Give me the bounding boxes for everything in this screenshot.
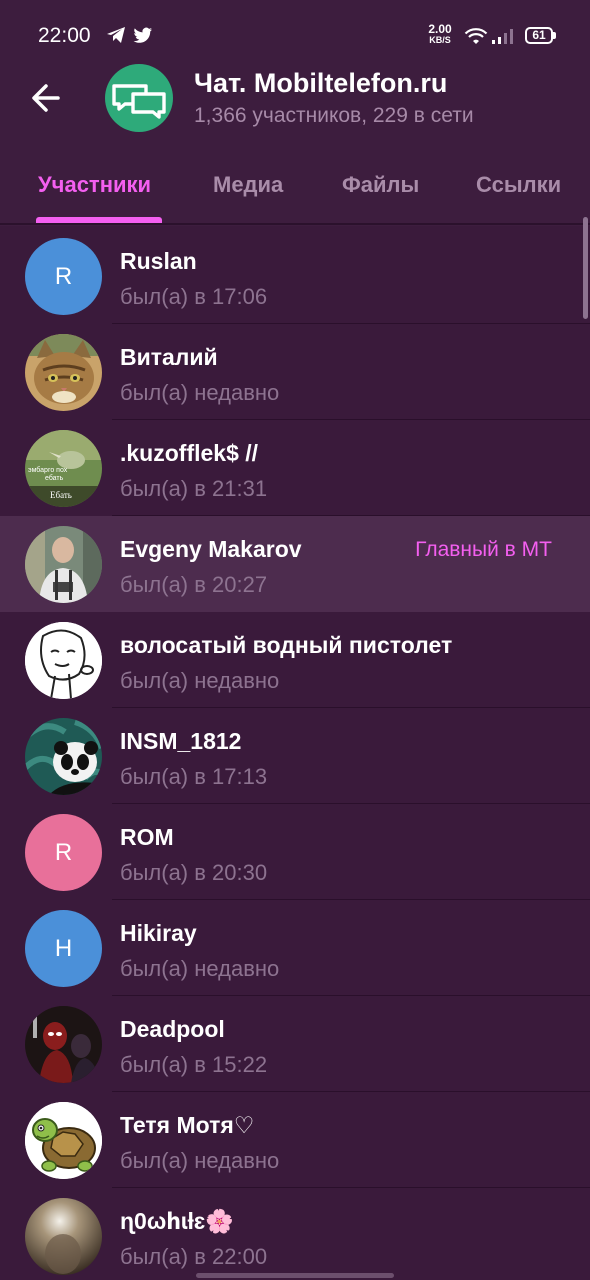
member-role-badge: Главный в МТ [415, 538, 552, 561]
tab-participants[interactable]: Участники [38, 172, 151, 198]
scrollbar[interactable] [583, 217, 588, 319]
chat-subtitle: 1,366 участников, 229 в сети [194, 104, 474, 127]
member-row-nowhite[interactable]: ɳ0ωհɩƚɛ🌸 был(а) в 22:00 [0, 1188, 590, 1280]
avatar-panda-photo [25, 718, 102, 795]
avatar-turtle-cartoon [25, 1102, 102, 1179]
member-last-seen: был(а) недавно [120, 380, 280, 405]
avatar: H [25, 910, 102, 987]
members-list: R Ruslan был(а) в 17:06 Виталий был(а) н… [0, 226, 590, 1280]
twitter-icon [133, 27, 153, 49]
member-last-seen: был(а) недавно [120, 668, 280, 693]
member-name: Виталий [120, 344, 218, 370]
back-arrow-icon[interactable] [22, 76, 70, 120]
member-last-seen: был(а) в 20:30 [120, 860, 268, 885]
member-last-seen: был(а) в 22:00 [120, 1244, 268, 1269]
member-row-kuzofflek[interactable]: эмбарго пох ебать Ебать .kuzofflek$ // б… [0, 420, 590, 516]
status-bar: 22:00 2.00 KB/S 61 [0, 0, 590, 56]
member-last-seen: был(а) недавно [120, 1148, 280, 1173]
status-time: 22:00 [38, 24, 91, 47]
avatar-cat-photo [25, 334, 102, 411]
home-indicator[interactable] [196, 1273, 394, 1278]
avatar-man-photo [25, 526, 102, 603]
avatar: R [25, 238, 102, 315]
member-name: Тетя Мотя♡ [120, 1112, 255, 1138]
avatar-caption-1: эмбарго пох [28, 466, 68, 474]
member-row-vitaly[interactable]: Виталий был(а) недавно [0, 324, 590, 420]
member-row-rom[interactable]: R ROM был(а) в 20:30 [0, 804, 590, 900]
avatar-blurry-photo [25, 1198, 102, 1275]
network-speed: 2.00 KB/S [425, 23, 455, 45]
chat-bubbles-icon [112, 84, 166, 119]
tab-links[interactable]: Ссылки [476, 172, 561, 198]
avatar-deadpool-photo [25, 1006, 102, 1083]
telegram-icon [106, 26, 126, 49]
member-last-seen: был(а) в 21:31 [120, 476, 268, 501]
member-last-seen: был(а) в 15:22 [120, 1052, 268, 1077]
avatar-bird-meme: эмбарго пох ебать Ебать [25, 430, 102, 507]
member-name: ROM [120, 824, 174, 850]
member-row-deadpool[interactable]: Deadpool был(а) в 15:22 [0, 996, 590, 1092]
avatar: R [25, 814, 102, 891]
member-row-hikiray[interactable]: H Hikiray был(а) недавно [0, 900, 590, 996]
avatar-caption-3: Ебать [50, 490, 72, 500]
battery-indicator: 61 [525, 27, 553, 44]
member-last-seen: был(а) недавно [120, 956, 280, 981]
network-speed-unit: KB/S [429, 35, 451, 45]
network-speed-value: 2.00 [428, 22, 452, 36]
battery-tip [553, 32, 556, 39]
member-last-seen: был(а) в 20:27 [120, 572, 268, 597]
tab-media[interactable]: Медиа [213, 172, 283, 198]
member-name: Hikiray [120, 920, 197, 946]
member-name: Evgeny Makarov [120, 536, 302, 562]
member-row-ruslan[interactable]: R Ruslan был(а) в 17:06 [0, 228, 590, 324]
tab-files[interactable]: Файлы [342, 172, 419, 198]
member-name: Deadpool [120, 1016, 225, 1042]
chat-title[interactable]: Чат. Mobiltelefon.ru [194, 68, 447, 99]
tabs-divider [0, 223, 590, 225]
member-name: волосатый водный пистолет [120, 632, 453, 658]
member-row-volosaty[interactable]: волосатый водный пистолет был(а) недавно [0, 612, 590, 708]
member-name: INSM_1812 [120, 728, 242, 754]
avatar-meme-face-drawing [25, 622, 102, 699]
member-row-evgeny-makarov[interactable]: Evgeny Makarov Главный в МТ был(а) в 20:… [0, 516, 590, 612]
tab-bar: Участники Медиа Файлы Ссылки [0, 150, 590, 226]
chat-avatar[interactable] [105, 64, 173, 132]
avatar-caption-2: ебать [45, 474, 64, 482]
member-name: ɳ0ωհɩƚɛ🌸 [120, 1208, 234, 1234]
member-last-seen: был(а) в 17:06 [120, 284, 268, 309]
member-row-insm1812[interactable]: INSM_1812 был(а) в 17:13 [0, 708, 590, 804]
member-name: Ruslan [120, 248, 197, 274]
wifi-icon [464, 27, 488, 50]
member-row-tetya-motya[interactable]: Тетя Мотя♡ был(а) недавно [0, 1092, 590, 1188]
member-last-seen: был(а) в 17:13 [120, 764, 268, 789]
member-name: .kuzofflek$ // [120, 440, 259, 466]
signal-icon [492, 27, 516, 50]
